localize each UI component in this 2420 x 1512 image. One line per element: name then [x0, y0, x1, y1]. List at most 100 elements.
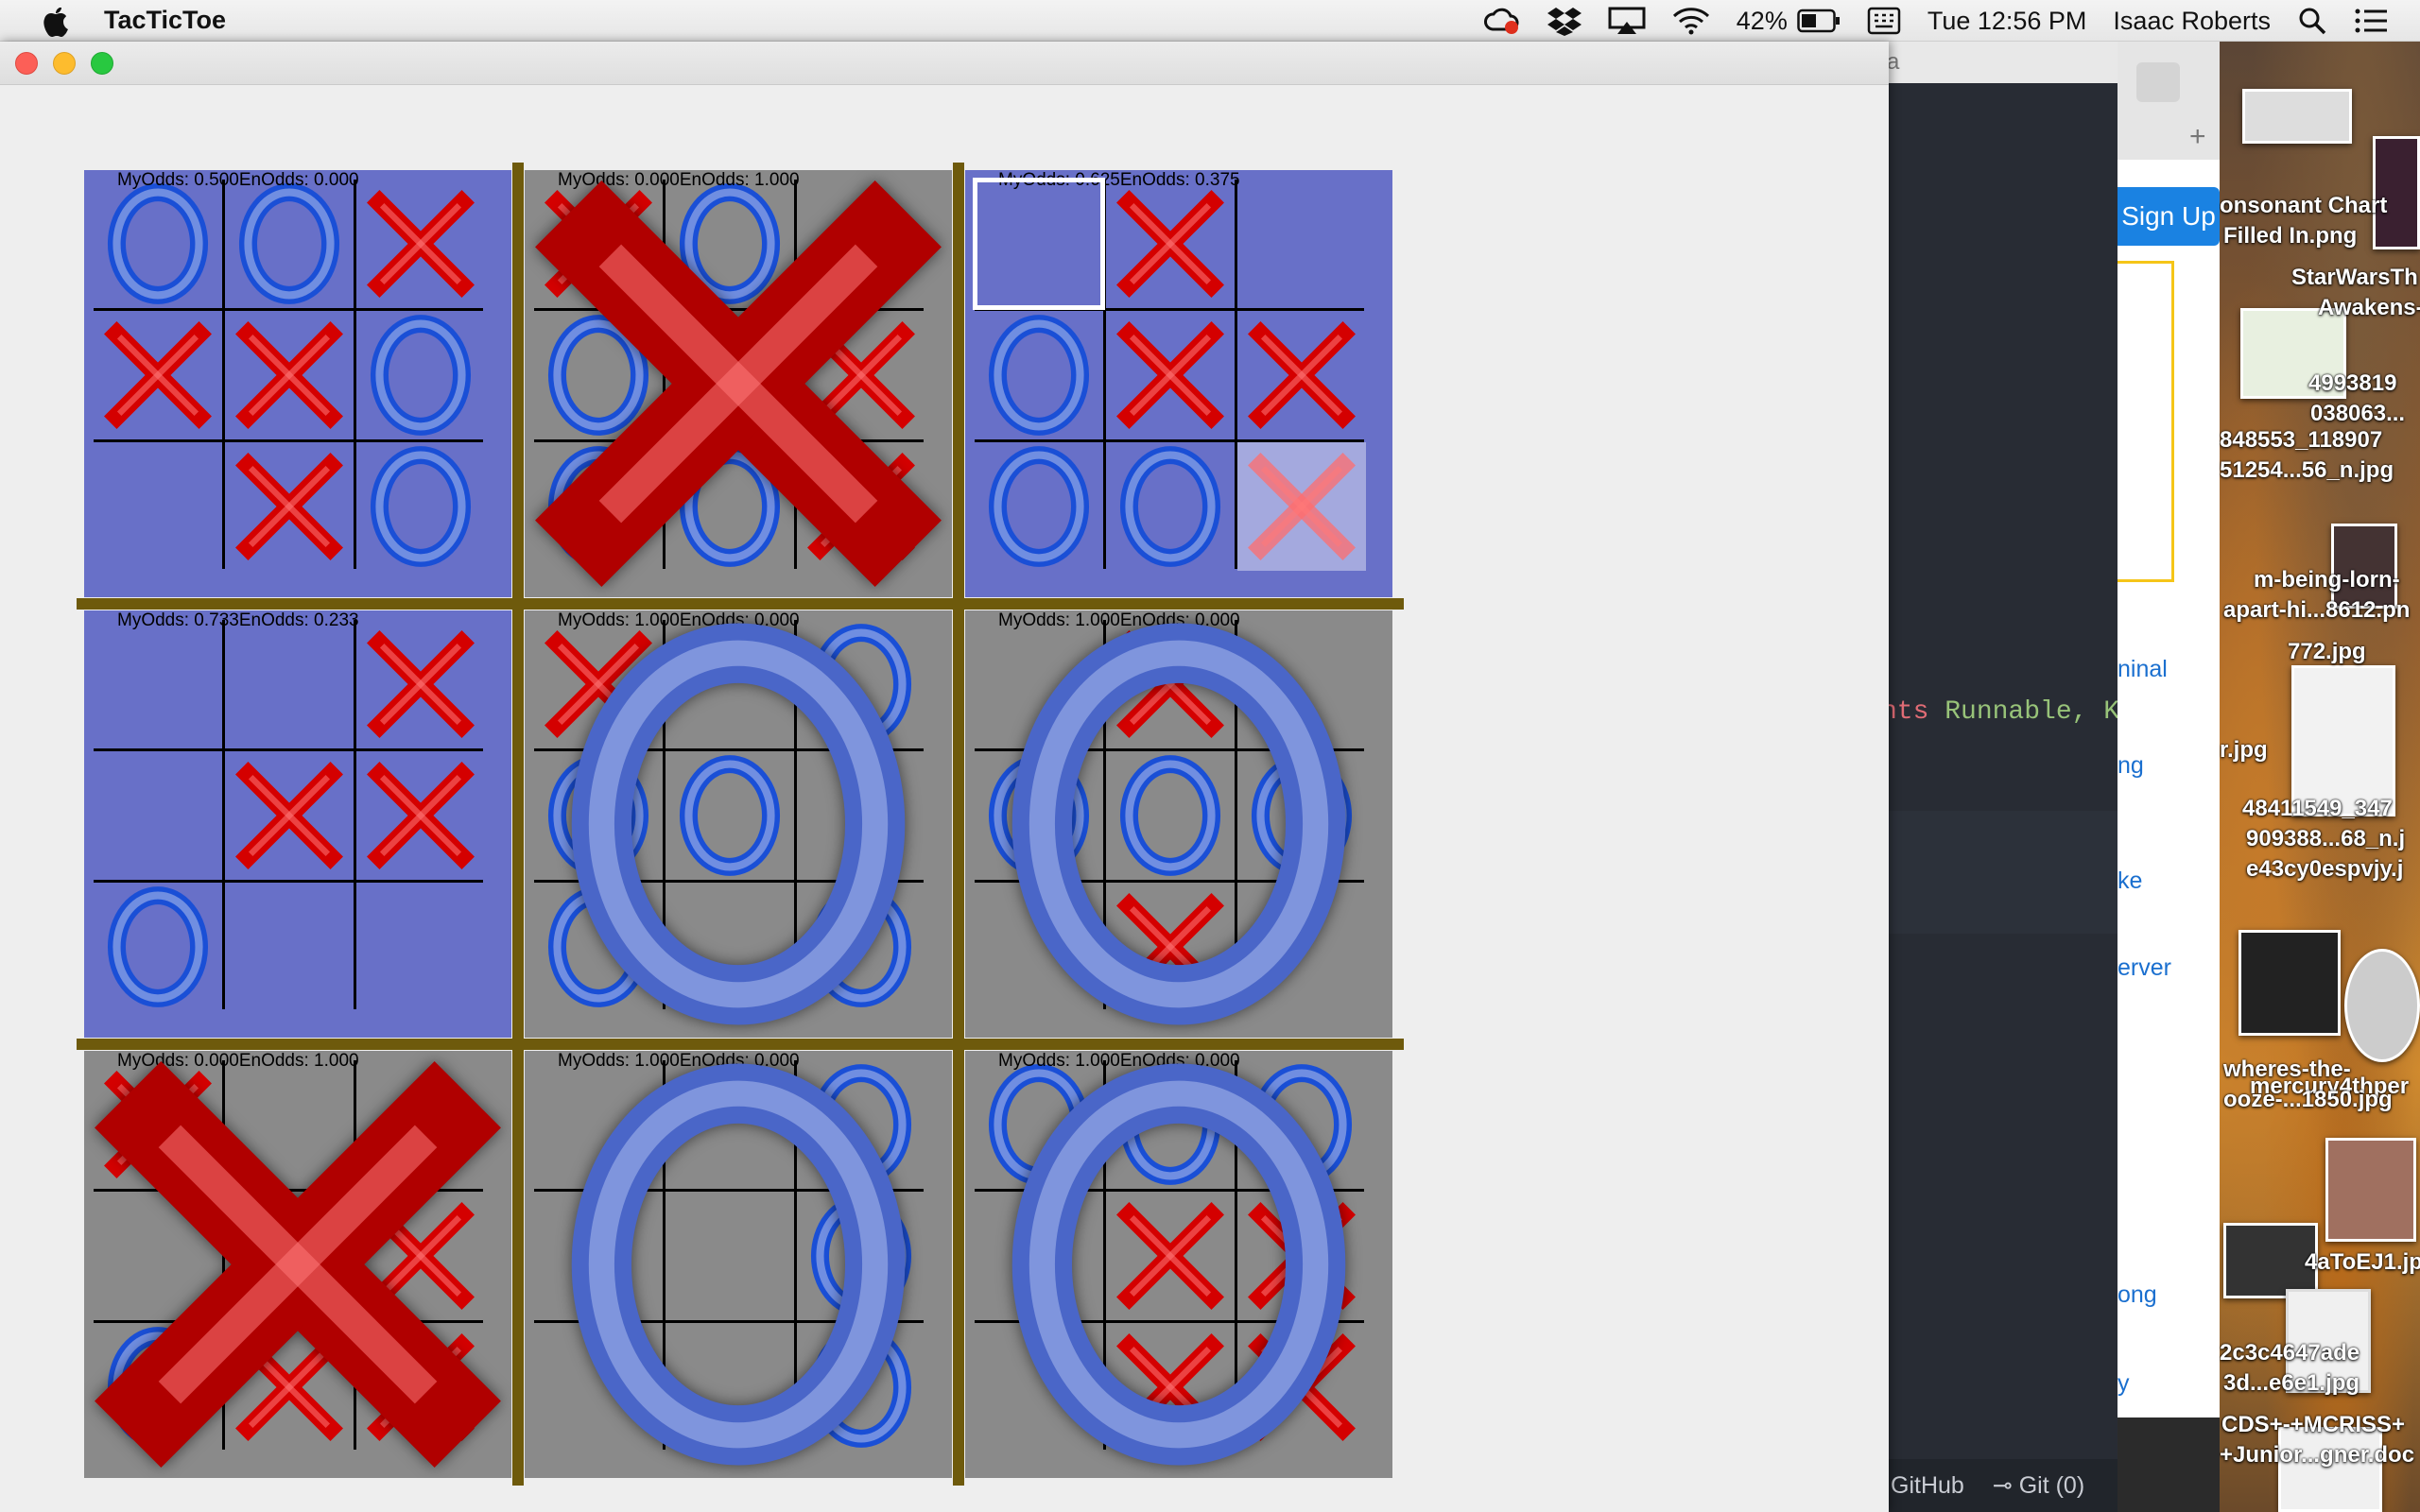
- zoom-button[interactable]: [91, 52, 113, 75]
- desktop-file-label[interactable]: 038063...: [2310, 401, 2405, 427]
- board-cell[interactable]: [1237, 180, 1366, 308]
- desktop-file-label[interactable]: 2c3c4647ade: [2220, 1340, 2360, 1366]
- browser-window[interactable]: + Sign Up ninal ng ke erver ong y: [2118, 42, 2220, 1418]
- minimize-button[interactable]: [53, 52, 76, 75]
- editor-current-line: [1881, 811, 2118, 934]
- desktop-file-thumbnail[interactable]: [2325, 1138, 2416, 1242]
- apple-icon[interactable]: [38, 4, 70, 38]
- desktop-file-label[interactable]: 772.jpg: [2288, 639, 2366, 665]
- desktop-file-label[interactable]: ooze-...1850.jpg: [2223, 1087, 2393, 1113]
- browser-link[interactable]: y: [2118, 1370, 2130, 1398]
- board-cell: [225, 751, 354, 880]
- window-titlebar[interactable]: [0, 42, 1889, 85]
- list-icon[interactable]: [2354, 8, 2388, 34]
- desktop-file-label[interactable]: e43cy0espvjy.j: [2246, 856, 2403, 883]
- menu-bar: TacTicToe 42% Tue 12:56 PM Isaac Roberts: [0, 0, 2420, 42]
- search-icon[interactable]: [2297, 6, 2327, 36]
- git-tab[interactable]: ⊸ Git (0): [1993, 1471, 2084, 1500]
- desktop-file-label[interactable]: m-being-lorn-: [2254, 567, 2400, 593]
- desktop-file-label[interactable]: apart-hi...8612.pn: [2223, 597, 2410, 624]
- board-cell: [534, 883, 663, 1011]
- wifi-icon[interactable]: [1672, 7, 1710, 35]
- desktop-file-label[interactable]: r.jpg: [2220, 737, 2268, 764]
- desktop-file-label[interactable]: 909388...68_n.j: [2246, 826, 2405, 852]
- board-cell: [797, 311, 925, 439]
- creative-cloud-icon[interactable]: [1483, 7, 1521, 35]
- desktop-file-thumbnail[interactable]: [2344, 949, 2420, 1062]
- board-cell: [1237, 311, 1366, 439]
- desktop-file-thumbnail[interactable]: [2331, 524, 2397, 609]
- board-cell: [534, 311, 663, 439]
- app-menu-title[interactable]: TacTicToe: [104, 6, 226, 35]
- board-cell: [975, 1060, 1103, 1189]
- board-cell: [975, 1192, 1103, 1320]
- o-mark: [679, 183, 781, 304]
- o-mark: [1119, 1064, 1221, 1185]
- desktop-file-label[interactable]: 3d...e6e1.jpg: [2223, 1370, 2360, 1397]
- o-mark: [810, 1195, 912, 1316]
- desktop-file-thumbnail[interactable]: [2238, 930, 2341, 1036]
- board-cell[interactable]: [356, 883, 485, 1011]
- browser-link[interactable]: ng: [2118, 752, 2144, 780]
- my-odds: MyOdds: 0.000: [117, 1051, 239, 1071]
- board-cell: [1106, 883, 1235, 1011]
- menubar-clock[interactable]: Tue 12:56 PM: [1927, 7, 2087, 36]
- desktop-file-label[interactable]: 4993819: [2308, 370, 2396, 397]
- x-mark: [1248, 321, 1356, 429]
- subboard-1[interactable]: MyOdds: 0.500EnOdds: 0.000: [84, 170, 511, 597]
- browser-link[interactable]: erver: [2118, 954, 2171, 982]
- desktop-file-thumbnail[interactable]: [2291, 665, 2395, 816]
- board-cell: [975, 311, 1103, 439]
- x-mark: [1248, 1333, 1356, 1441]
- desktop-file-label[interactable]: CDS+-+MCRISS+: [2221, 1412, 2405, 1438]
- subboard-4[interactable]: MyOdds: 0.733EnOdds: 0.233: [84, 610, 511, 1038]
- restore-window-icon[interactable]: [2136, 62, 2180, 102]
- desktop: onsonant Chart Filled In.png StarWarsTh …: [2220, 42, 2420, 1512]
- keyboard-icon[interactable]: [1867, 7, 1901, 35]
- board-cell: [1106, 751, 1235, 880]
- desktop-file-label[interactable]: Filled In.png: [2223, 223, 2357, 249]
- board-cell: [1237, 751, 1366, 880]
- editor-window-titlebar[interactable]: a: [1881, 42, 2118, 85]
- board-cell[interactable]: [975, 180, 1103, 308]
- board-cell[interactable]: [225, 883, 354, 1011]
- new-tab-icon[interactable]: +: [2189, 121, 2206, 153]
- desktop-file-label[interactable]: StarWarsTh: [2291, 265, 2418, 291]
- odds-readout: MyOdds: 1.000EnOdds: 0.000: [998, 1051, 1240, 1072]
- desktop-file-label[interactable]: 4aToEJ1.jp: [2305, 1249, 2420, 1276]
- en-odds: EnOdds: 0.000: [679, 610, 800, 630]
- board-cell: [1106, 1192, 1235, 1320]
- browser-link[interactable]: ninal: [2118, 656, 2168, 683]
- code-editor-window[interactable]: nts Runnable, K GitHub ⊸ Git (0): [1881, 83, 2119, 1512]
- board-cell: [1106, 311, 1235, 439]
- desktop-file-thumbnail[interactable]: [2223, 1223, 2318, 1298]
- board-cell[interactable]: [225, 620, 354, 748]
- desktop-file-thumbnail[interactable]: [2278, 1427, 2382, 1512]
- odds-readout: MyOdds: 0.000EnOdds: 1.000: [117, 1051, 359, 1072]
- desktop-file-label[interactable]: 848553_118907: [2220, 427, 2382, 454]
- battery-icon[interactable]: [1797, 9, 1841, 33]
- subboard-3[interactable]: MyOdds: 0.625EnOdds: 0.375: [965, 170, 1392, 597]
- github-tab[interactable]: GitHub: [1891, 1472, 1964, 1500]
- desktop-file-label[interactable]: onsonant Chart: [2220, 193, 2387, 219]
- browser-link[interactable]: ke: [2118, 868, 2142, 895]
- board-cell[interactable]: [94, 620, 222, 748]
- browser-link[interactable]: ong: [2118, 1281, 2157, 1309]
- desktop-file-thumbnail[interactable]: [2242, 89, 2352, 144]
- sign-up-button[interactable]: Sign Up: [2118, 187, 2220, 246]
- desktop-file-label[interactable]: 48411549_347: [2242, 796, 2393, 822]
- board-cell: [1237, 883, 1366, 1011]
- board-cell: [666, 751, 794, 880]
- dropbox-icon[interactable]: [1547, 6, 1582, 36]
- desktop-file-label[interactable]: Awakens-: [2318, 295, 2420, 321]
- close-button[interactable]: [15, 52, 38, 75]
- o-mark: [810, 1064, 912, 1185]
- o-mark: [238, 183, 340, 304]
- board-cell[interactable]: [94, 442, 222, 571]
- menubar-user-name[interactable]: Isaac Roberts: [2113, 7, 2271, 36]
- board-cell[interactable]: [94, 751, 222, 880]
- desktop-file-label[interactable]: 51254...56_n.jpg: [2220, 457, 2394, 484]
- desktop-file-label[interactable]: +Junior...gner.doc: [2220, 1442, 2414, 1469]
- board-cell: [666, 883, 794, 1011]
- airplay-icon[interactable]: [1608, 7, 1646, 35]
